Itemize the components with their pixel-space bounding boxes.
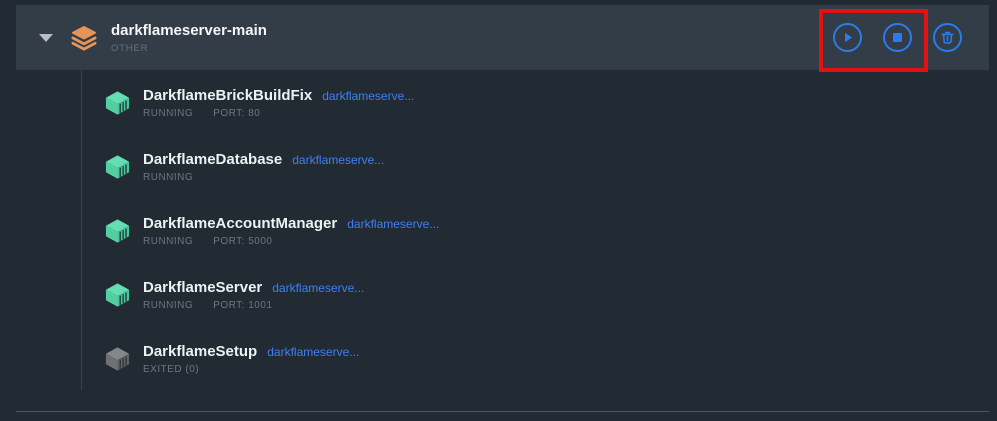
container-name: DarkflameBrickBuildFix [143, 87, 312, 104]
container-row[interactable]: DarkflameDatabase darkflameserve... RUNN… [0, 135, 997, 199]
container-stack-panel: darkflameserver-main OTHER [0, 0, 997, 421]
container-status: EXITED (0) [143, 364, 199, 375]
container-cube-icon [104, 282, 131, 308]
container-image-link[interactable]: darkflameserve... [267, 345, 359, 359]
container-status: RUNNING [143, 108, 193, 119]
stack-subtitle: OTHER [111, 43, 267, 54]
trash-icon [940, 30, 955, 45]
start-stack-button[interactable] [833, 23, 862, 52]
container-name: DarkflameDatabase [143, 151, 282, 168]
container-image-link[interactable]: darkflameserve... [272, 281, 364, 295]
stop-stack-button[interactable] [883, 23, 912, 52]
container-port: PORT: 5000 [213, 236, 272, 247]
stack-layers-icon [70, 24, 98, 52]
stack-header: darkflameserver-main OTHER [16, 5, 989, 70]
container-image-link[interactable]: darkflameserve... [347, 217, 439, 231]
stack-actions [833, 5, 962, 70]
container-row[interactable]: DarkflameServer darkflameserve... RUNNIN… [0, 263, 997, 327]
container-status: RUNNING [143, 172, 193, 183]
container-image-link[interactable]: darkflameserve... [292, 153, 384, 167]
container-cube-icon [104, 154, 131, 180]
container-image-link[interactable]: darkflameserve... [322, 89, 414, 103]
container-status: RUNNING [143, 300, 193, 311]
container-port: PORT: 80 [213, 108, 260, 119]
container-status: RUNNING [143, 236, 193, 247]
stop-icon [892, 32, 903, 43]
collapse-caret-icon[interactable] [39, 34, 53, 42]
container-list: DarkflameBrickBuildFix darkflameserve...… [0, 71, 997, 391]
container-row[interactable]: DarkflameBrickBuildFix darkflameserve...… [0, 71, 997, 135]
play-icon [841, 31, 854, 44]
container-cube-icon [104, 218, 131, 244]
container-row[interactable]: DarkflameAccountManager darkflameserve..… [0, 199, 997, 263]
container-name: DarkflameSetup [143, 343, 257, 360]
container-port: PORT: 1001 [213, 300, 272, 311]
container-name: DarkflameServer [143, 279, 262, 296]
container-row[interactable]: DarkflameSetup darkflameserve... EXITED … [0, 327, 997, 391]
container-cube-icon [104, 90, 131, 116]
stack-title-block: darkflameserver-main OTHER [111, 22, 267, 54]
stack-title: darkflameserver-main [111, 22, 267, 40]
bottom-divider [16, 411, 989, 412]
container-cube-icon [104, 346, 131, 372]
container-name: DarkflameAccountManager [143, 215, 337, 232]
delete-stack-button[interactable] [933, 23, 962, 52]
